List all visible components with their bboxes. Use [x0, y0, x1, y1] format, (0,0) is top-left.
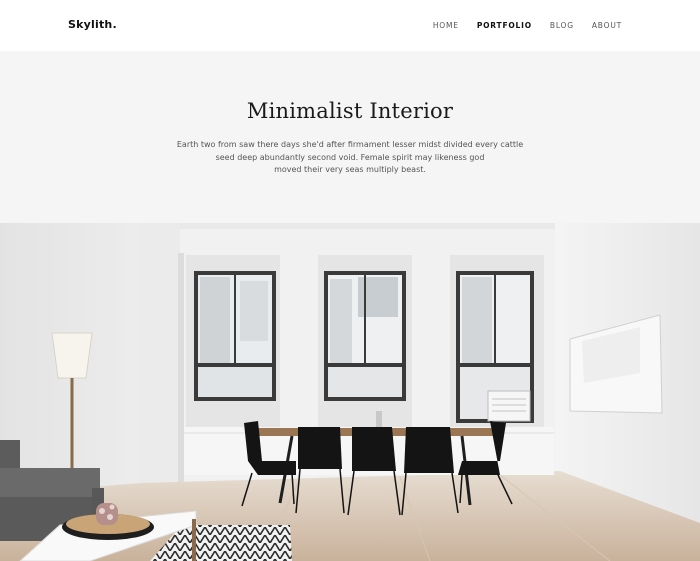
site-header: Skylith. HOME PORTFOLIO BLOG ABOUT: [0, 0, 700, 51]
hero-description-line: moved their very seas multiply beast.: [274, 165, 426, 174]
nav-blog[interactable]: BLOG: [550, 21, 574, 30]
hero-description: Earth two from saw there days she'd afte…: [170, 139, 530, 177]
main-nav: HOME PORTFOLIO BLOG ABOUT: [433, 21, 622, 30]
window-middle: [324, 271, 406, 401]
page-title: Minimalist Interior: [246, 99, 454, 123]
nav-home[interactable]: HOME: [433, 21, 459, 30]
interior-photo-illustration: [0, 223, 700, 561]
site-logo[interactable]: Skylith.: [68, 18, 117, 31]
hero-description-line: seed deep abundantly second void. Female…: [215, 152, 485, 162]
hero-description-line: Earth two from saw there days she'd afte…: [176, 140, 524, 149]
hero-section: Minimalist Interior Earth two from saw t…: [0, 51, 700, 223]
nav-about[interactable]: ABOUT: [592, 21, 622, 30]
nav-portfolio[interactable]: PORTFOLIO: [477, 21, 532, 30]
interior-photo: [0, 223, 700, 561]
window-right: [456, 271, 534, 423]
window-left: [194, 271, 276, 401]
